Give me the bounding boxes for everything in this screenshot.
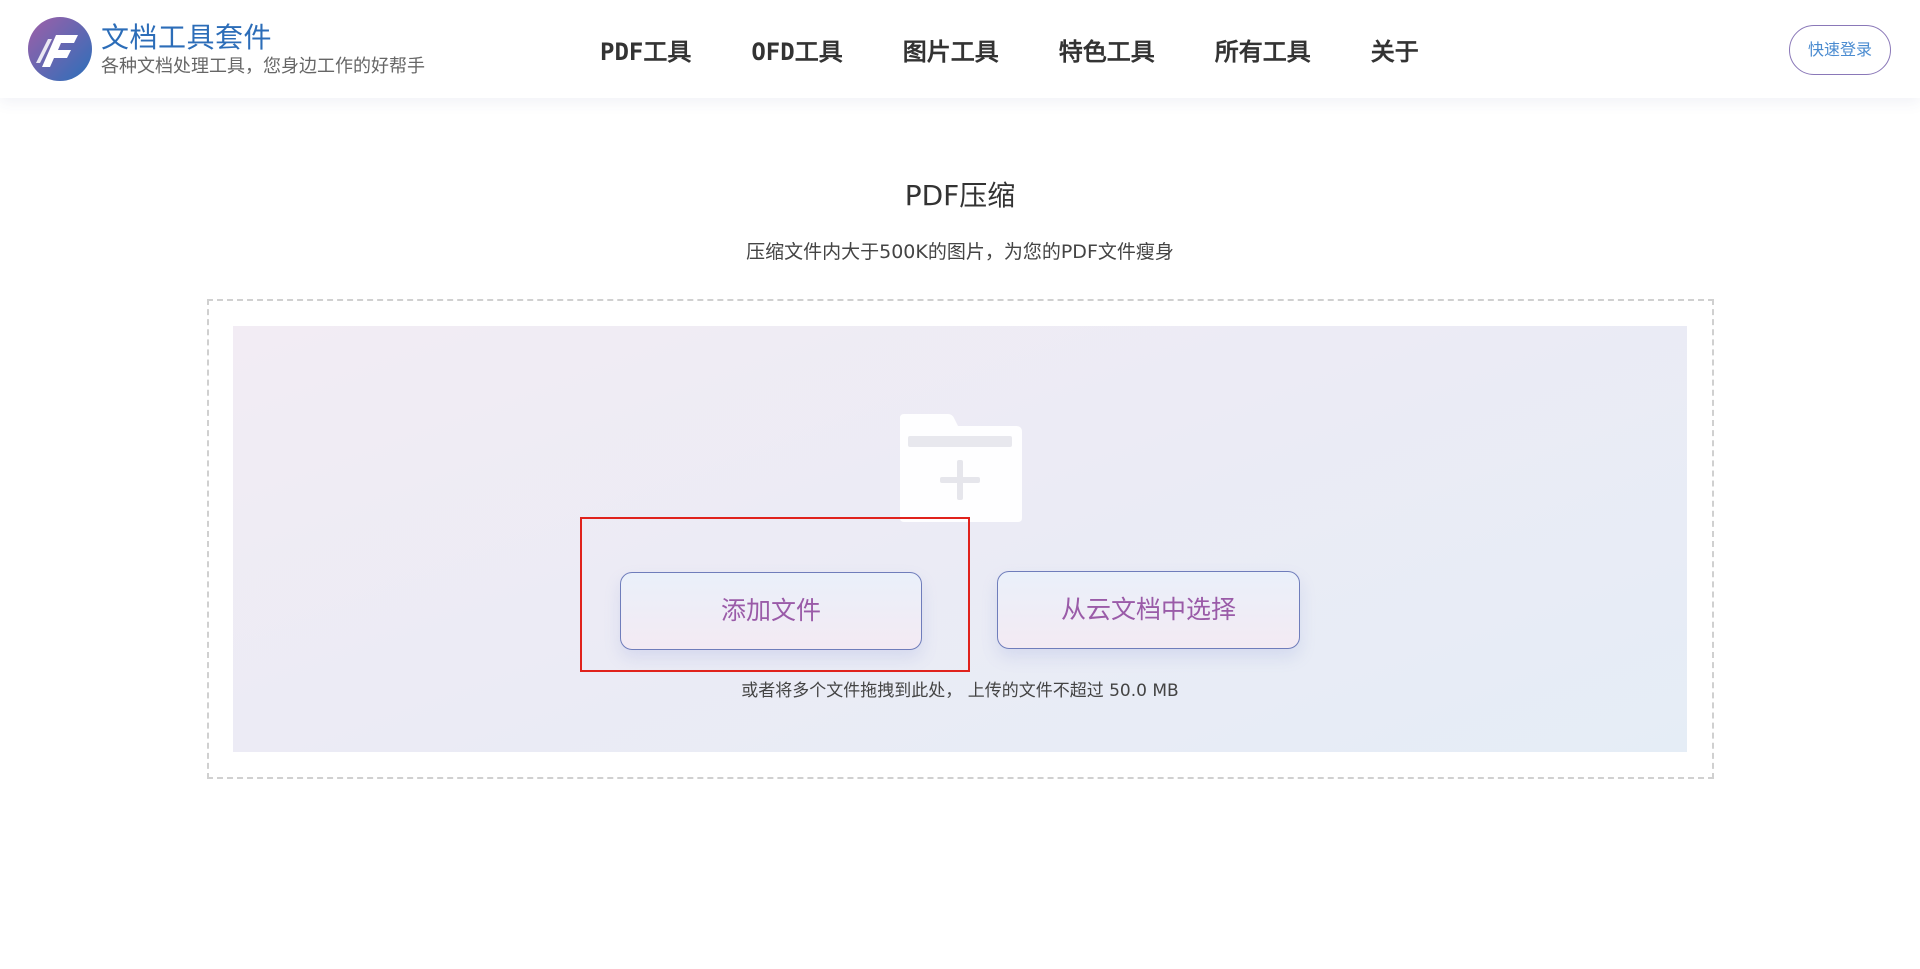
- folder-add-icon: [900, 414, 1022, 522]
- quick-login-button[interactable]: 快速登录: [1789, 25, 1891, 75]
- document-suite-logo-icon: [28, 17, 92, 81]
- main-nav: PDF工具 OFD工具 图片工具 特色工具 所有工具 关于: [570, 0, 1449, 98]
- brand-home-link[interactable]: 文档工具套件 各种文档处理工具，您身边工作的好帮手: [28, 17, 425, 81]
- page-title: PDF压缩: [904, 179, 1016, 212]
- brand-text: 文档工具套件 各种文档处理工具，您身边工作的好帮手: [101, 21, 425, 78]
- brand-slogan: 各种文档处理工具，您身边工作的好帮手: [101, 55, 425, 77]
- brand-title: 文档工具套件: [101, 20, 273, 54]
- top-header: 文档工具套件 各种文档处理工具，您身边工作的好帮手 PDF工具 OFD工具 图片…: [0, 0, 1920, 98]
- nav-item-ofd-tools[interactable]: OFD工具: [721, 32, 872, 67]
- nav-item-all-tools[interactable]: 所有工具: [1185, 32, 1341, 67]
- nav-item-image-tools[interactable]: 图片工具: [873, 32, 1029, 67]
- add-file-button[interactable]: 添加文件: [620, 572, 922, 650]
- select-from-cloud-button[interactable]: 从云文档中选择: [997, 571, 1300, 649]
- drop-hint-text: 或者将多个文件拖拽到此处， 上传的文件不超过 50.0 MB: [741, 681, 1179, 701]
- nav-item-about[interactable]: 关于: [1341, 32, 1449, 67]
- page-description: 压缩文件内大于500K的图片，为您的PDF文件瘦身: [746, 241, 1174, 263]
- nav-item-pdf-tools[interactable]: PDF工具: [570, 32, 721, 67]
- nav-item-featured-tools[interactable]: 特色工具: [1029, 32, 1185, 67]
